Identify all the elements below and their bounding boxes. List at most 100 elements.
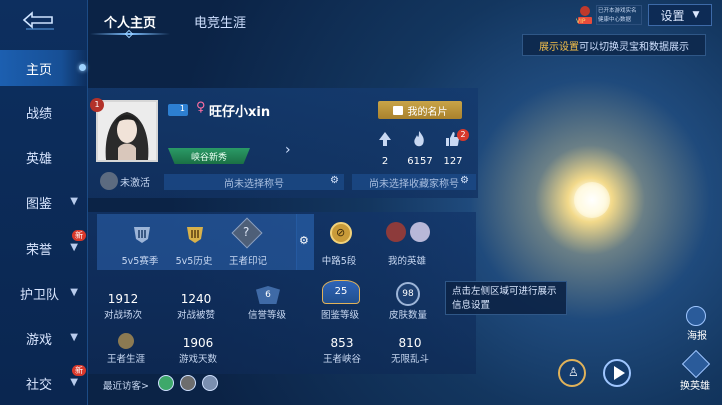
tip-text: 可以切换灵宝和数据展示 [579, 41, 689, 53]
sidebar-item-honor[interactable]: 荣誉 ▼ 新 [0, 230, 88, 266]
my-heroes-label: 我的英雄 [387, 256, 426, 267]
sidebar-item-label: 荣誉 [26, 242, 53, 258]
sidebar-item-home[interactable]: 主页 [0, 50, 88, 86]
brawl-value: 810 [398, 336, 422, 350]
switch-hero-label[interactable]: 换英雄 [675, 377, 715, 392]
visitor-avatar[interactable] [202, 375, 218, 391]
chevron-down-icon: ▼ [70, 332, 78, 343]
gear-icon: ⚙ [299, 234, 309, 247]
realname-box[interactable]: 已开本游戏实名 健康中心数据 [596, 5, 642, 25]
sidebar: 主页 战绩 英雄 图鉴 ▼ 荣誉 ▼ 新 护卫队 ▼ 游戏 ▼ 社交 ▼ 新 [0, 0, 88, 405]
lane-label: 中路5段 [321, 256, 357, 267]
skin-count-label: 皮肤数量 [388, 310, 427, 321]
sidebar-item-label: 主页 [26, 62, 53, 78]
matches-label: 对战场次 [103, 310, 142, 321]
question-icon: ? [243, 225, 250, 239]
sidebar-item-hero[interactable]: 英雄 [0, 139, 88, 175]
player-name[interactable]: 旺仔小xin [209, 101, 270, 120]
sidebar-item-guard[interactable]: 护卫队 ▼ [0, 275, 88, 311]
settings-button[interactable]: 设置 ▼ [648, 4, 712, 26]
hero-pose-button[interactable]: ♙ [558, 359, 586, 387]
tip-highlight: 展示设置 [539, 41, 579, 53]
skin-count-icon: 98 [396, 282, 420, 306]
canyon-value: 853 [330, 336, 354, 350]
poster-icon[interactable] [686, 306, 706, 326]
chevron-down-icon: ▼ [692, 10, 700, 20]
matches-value: 1912 [107, 292, 139, 306]
inactive-icon [100, 172, 118, 190]
sidebar-item-social[interactable]: 社交 ▼ 新 [0, 365, 88, 401]
tab-profile[interactable]: 个人主页 [104, 12, 156, 31]
sidebar-item-game[interactable]: 游戏 ▼ [0, 320, 88, 356]
tree-icon [379, 132, 391, 146]
new-badge: 新 [72, 365, 86, 376]
person-icon: ♙ [568, 365, 579, 379]
stat-fans[interactable] [376, 130, 394, 151]
sidebar-item-label: 护卫队 [20, 287, 60, 303]
chevron-down-icon: ▼ [70, 242, 78, 253]
title-slot-1-label: 尚未选择称号 [224, 178, 284, 190]
switch-hero-icon[interactable] [681, 349, 711, 379]
sidebar-item-codex[interactable]: 图鉴 ▼ [0, 184, 88, 220]
sidebar-item-label: 社交 [26, 377, 53, 393]
title-slot-2-label: 尚未选择收藏家称号 [369, 178, 459, 190]
canyon-label: 王者峡谷 [322, 354, 361, 365]
hero-avatar-1 [386, 222, 406, 242]
realname-line-1: 已开本游戏实名 [598, 8, 637, 14]
king-career-label: 王者生涯 [106, 354, 145, 365]
game-days-label: 游戏天数 [178, 354, 217, 365]
rank-tag: 峡谷新秀 [168, 148, 250, 164]
play-icon [614, 366, 625, 380]
king-career-icon [118, 333, 134, 349]
tab-diamond-icon [124, 29, 134, 39]
stat-likes-value: 127 [443, 156, 463, 167]
new-badge: 新 [72, 230, 86, 241]
vip-label: VIP [576, 18, 586, 25]
credit-icon: 6 [256, 286, 280, 304]
title-slot-1[interactable]: 尚未选择称号 [164, 174, 344, 190]
codex-level-icon: 25 [322, 280, 360, 304]
chevron-right-icon[interactable]: › [285, 142, 291, 158]
codex-level-label: 图鉴等级 [320, 310, 359, 321]
sidebar-item-label: 图鉴 [26, 196, 53, 212]
title-slot-2[interactable]: 尚未选择收藏家称号 [352, 174, 476, 190]
play-button[interactable] [603, 359, 631, 387]
stat-fans-value: 2 [381, 156, 389, 167]
hero-avatar-2 [410, 222, 430, 242]
chevron-down-icon: ▼ [70, 196, 78, 207]
my-card-button[interactable]: 我的名片 [378, 101, 462, 119]
chevron-down-icon: ▼ [70, 377, 78, 388]
avatar[interactable] [96, 100, 158, 162]
female-icon: ♀ [196, 100, 206, 115]
likes-received-label: 对战被赞 [176, 310, 215, 321]
poster-label[interactable]: 海报 [677, 327, 717, 342]
mark-label: 王者印记 [228, 256, 267, 267]
level-badge: 1 [168, 104, 188, 116]
active-dot-icon [79, 64, 86, 71]
card-icon [392, 105, 403, 115]
stat-hot[interactable] [410, 130, 428, 151]
recent-visitors-link[interactable]: 最近访客> [103, 378, 149, 392]
sidebar-item-label: 游戏 [26, 332, 53, 348]
likes-badge: 2 [457, 129, 469, 141]
gear-icon[interactable]: ⚙ [460, 175, 469, 186]
gear-icon[interactable]: ⚙ [330, 175, 339, 186]
game-days-value: 1906 [182, 336, 214, 350]
inactive-label: 未激活 [120, 178, 150, 189]
season-icon [132, 224, 152, 247]
sidebar-item-record[interactable]: 战绩 [0, 94, 88, 130]
my-card-label: 我的名片 [407, 106, 448, 118]
visitor-avatar[interactable] [180, 375, 196, 391]
sidebar-item-label: 英雄 [26, 151, 53, 167]
history-icon [184, 224, 206, 247]
visitor-avatar[interactable] [158, 375, 174, 391]
credit-label: 信誉等级 [247, 310, 286, 321]
likes-received-value: 1240 [180, 292, 212, 306]
no-lane-icon: ⊘ [336, 226, 346, 239]
back-arrow-icon[interactable] [20, 10, 58, 30]
settings-label: 设置 [660, 8, 685, 23]
chevron-down-icon: ▼ [70, 287, 78, 298]
glowing-orb [574, 182, 610, 218]
tab-esports[interactable]: 电竞生涯 [194, 12, 246, 31]
sidebar-item-label: 战绩 [26, 106, 53, 122]
